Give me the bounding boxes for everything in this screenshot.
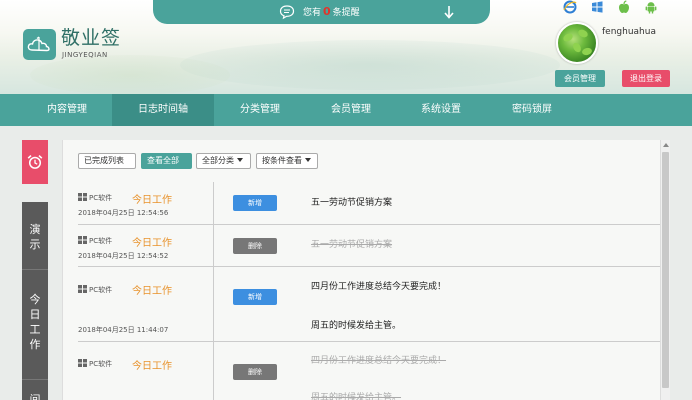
reminder-prefix: 您有: [303, 8, 322, 18]
cloud-logo-icon: [27, 36, 50, 52]
timeline-divider: [213, 182, 214, 400]
condition-select-value: 按条件查看: [262, 156, 302, 165]
username: fenghuahua: [602, 27, 656, 37]
entry-content: 四月份工作进度总结今天要完成！: [311, 356, 447, 366]
avatar-leaf: [571, 41, 583, 54]
header-background-haze: [30, 55, 230, 94]
side-tab-today-work[interactable]: 今 日 工 作: [22, 270, 48, 380]
reminder-suffix: 条提醒: [332, 8, 360, 18]
android-icon[interactable]: [644, 0, 658, 14]
nav-category-management[interactable]: 分类管理: [214, 94, 306, 126]
entry-date: 2018年04月25日 12:54:56: [78, 209, 169, 217]
side-tab-today-char: 日: [29, 308, 41, 321]
completed-list-button[interactable]: 已完成列表: [78, 153, 136, 169]
logo[interactable]: [23, 29, 56, 60]
entry-date: 2018年04月25日 12:54:52: [78, 252, 169, 260]
main-nav: 内容管理 日志时间轴 分类管理 会员管理 系统设置 密码锁屏: [0, 94, 692, 126]
row-separator: [78, 224, 660, 225]
entry-source: PC软件: [78, 236, 112, 246]
chevron-down-icon: [305, 158, 311, 162]
side-tab-today-char: 工: [29, 323, 41, 336]
entry-source-text: PC软件: [89, 286, 113, 294]
row-separator: [78, 266, 660, 267]
nav-member-management[interactable]: 会员管理: [306, 94, 396, 126]
apple-icon[interactable]: [617, 0, 631, 14]
entry-source: PC软件: [78, 193, 112, 203]
nav-log-timeline[interactable]: 日志时间轴: [112, 94, 214, 126]
avatar-leaf: [561, 31, 575, 44]
windows-icon: [78, 359, 87, 367]
member-management-button[interactable]: 会员管理: [555, 70, 605, 87]
entry-tag: 今日工作: [132, 361, 172, 372]
scroll-up-arrow-icon[interactable]: [663, 143, 669, 147]
entry-source: PC软件: [78, 285, 112, 295]
row-separator: [78, 341, 660, 342]
windows-icon: [78, 193, 87, 201]
entry-tag: 今日工作: [132, 286, 172, 297]
side-tab-demo[interactable]: 演 示: [22, 202, 48, 270]
entry-content: 四月份工作进度总结今天要完成！: [311, 282, 447, 292]
nav-content-management[interactable]: 内容管理: [22, 94, 112, 126]
entry-tag: 今日工作: [132, 195, 172, 206]
scrollbar-thumb[interactable]: [662, 152, 669, 388]
entry-source: PC软件: [78, 359, 112, 369]
entry-content: 五一劳动节促销方案: [311, 240, 393, 250]
side-tab-today-char: 今: [29, 293, 41, 306]
avatar[interactable]: [556, 22, 598, 64]
ie-icon[interactable]: [563, 0, 577, 14]
category-select[interactable]: 全部分类: [196, 153, 251, 169]
entry-date: 2018年04月25日 11:44:07: [78, 326, 169, 334]
windows-icon: [78, 236, 87, 244]
entry-source-text: PC软件: [89, 237, 113, 245]
reminder-count: 0: [323, 5, 331, 18]
entry-tag: 今日工作: [132, 238, 172, 249]
delete-action-button[interactable]: 删除: [233, 364, 277, 380]
brand-subtitle: JINGYEQIAN: [62, 51, 108, 59]
side-tab-demo-char: 演: [29, 223, 41, 236]
arrow-down-icon[interactable]: [442, 4, 456, 20]
windows-icon: [78, 285, 87, 293]
side-tab-today-char: 作: [29, 338, 41, 351]
message-icon: [279, 5, 295, 20]
reminder-text: 您有 0 条提醒: [303, 5, 360, 20]
header-background: [180, 40, 560, 90]
side-tab-demo-char: 示: [29, 238, 41, 251]
scrollbar[interactable]: [660, 140, 670, 400]
category-select-value: 全部分类: [202, 156, 234, 165]
condition-select[interactable]: 按条件查看: [256, 153, 318, 169]
add-action-button[interactable]: 新增: [233, 195, 277, 211]
side-tab-next-char: 间: [29, 393, 41, 400]
brand-name: 敬业签: [61, 27, 122, 49]
avatar-leaf: [581, 46, 593, 57]
entry-content-line2: 周五的时候发给主管。: [311, 321, 402, 331]
nav-password-lock[interactable]: 密码锁屏: [486, 94, 578, 126]
alarm-clock-icon: [27, 155, 43, 169]
view-all-button[interactable]: 查看全部: [141, 153, 192, 169]
add-action-button[interactable]: 新增: [233, 289, 277, 305]
alarm-clock-tab[interactable]: [22, 140, 48, 184]
entry-source-text: PC软件: [89, 360, 113, 368]
nav-system-settings[interactable]: 系统设置: [396, 94, 486, 126]
entry-content: 五一劳动节促销方案: [311, 198, 393, 208]
entry-source-text: PC软件: [89, 194, 113, 202]
delete-action-button[interactable]: 删除: [233, 238, 277, 254]
logout-button[interactable]: 退出登录: [622, 70, 670, 87]
chevron-down-icon: [237, 158, 243, 162]
windows-icon[interactable]: [590, 0, 604, 14]
reminder-bar[interactable]: 您有 0 条提醒: [153, 0, 490, 24]
side-tab-next[interactable]: 间: [22, 380, 48, 400]
avatar-leaf: [576, 28, 590, 39]
entry-content-line2: 周五的时候发给主管。: [311, 393, 402, 400]
